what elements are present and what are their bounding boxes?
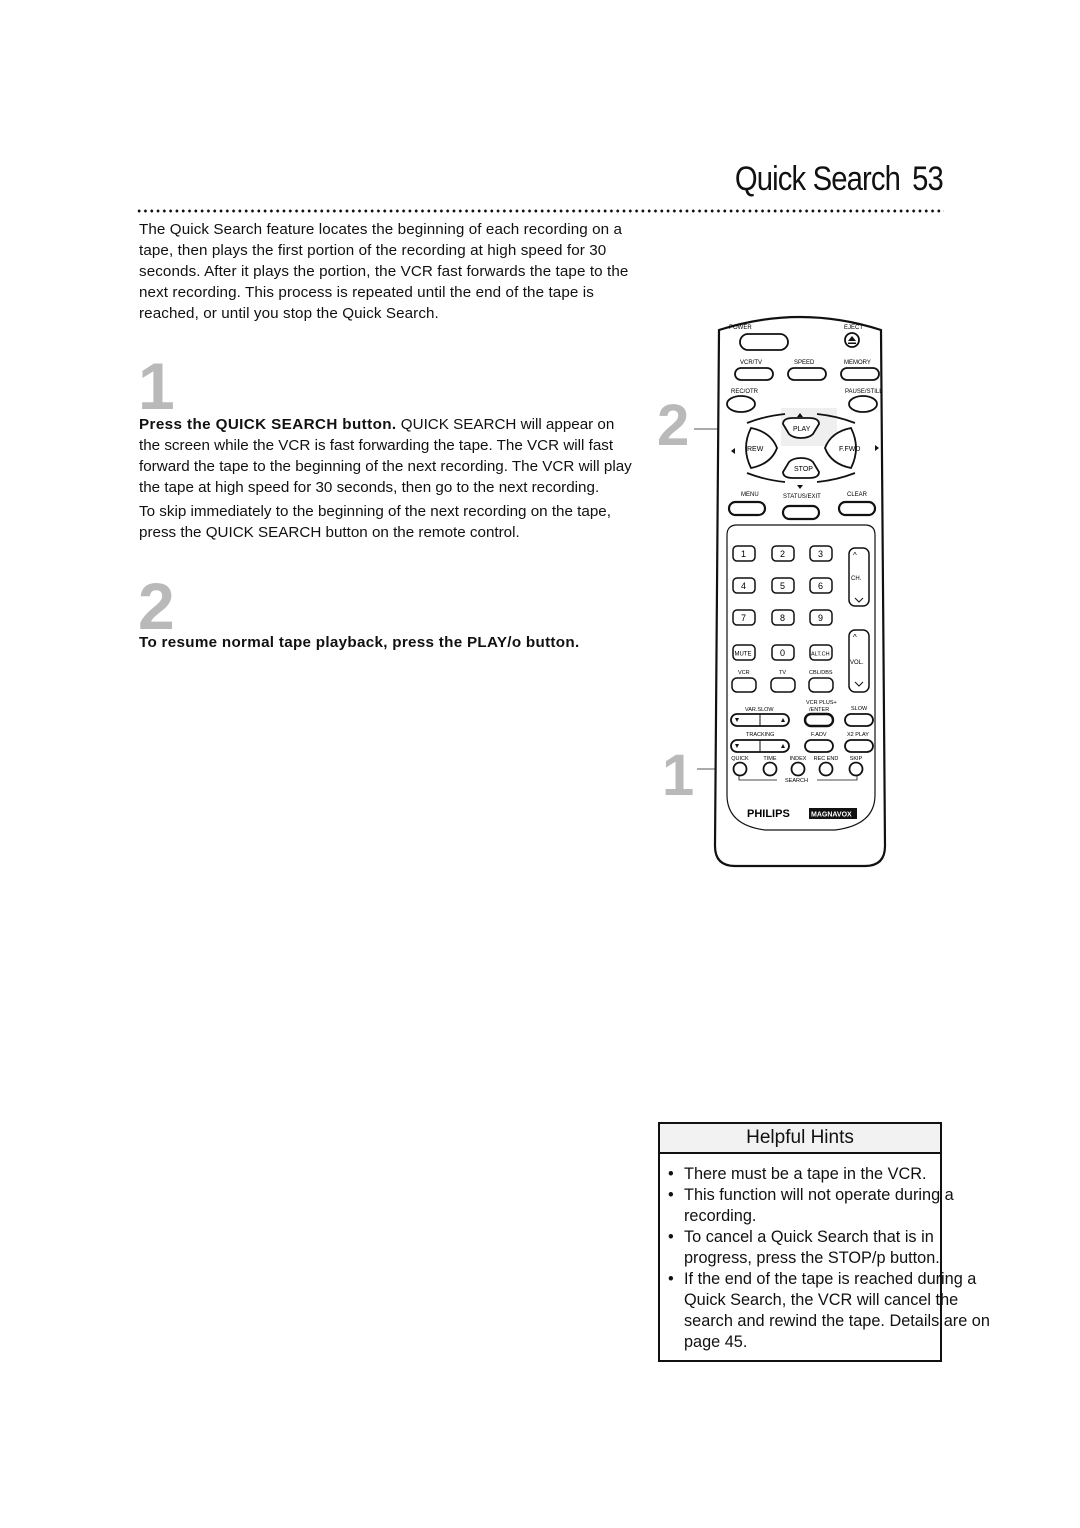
svg-text:9: 9 [818,613,823,623]
hints-list: There must be a tape in the VCR. This fu… [660,1154,998,1353]
svg-text:QUICK: QUICK [731,756,749,762]
cbl-dbs-mode-button[interactable]: CBL/DBS [808,670,834,693]
digit-button-1[interactable]: 1 [732,545,756,562]
svg-text:6: 6 [818,581,823,591]
brand-magnavox: MAGNAVOX [811,812,852,819]
svg-text:F.FWD: F.FWD [839,446,860,453]
x2-play-button[interactable]: X2 PLAY [844,732,874,753]
mute-button[interactable]: MUTE [732,644,756,661]
step-1-extra: To skip immediately to the beginning of … [139,503,611,541]
digit-button-5[interactable]: 5 [771,577,795,594]
svg-text:TRACKING: TRACKING [746,732,774,738]
svg-text:SPEED: SPEED [794,360,815,366]
hint-item: This function will not operate during a … [668,1185,998,1227]
svg-text:STOP: STOP [794,466,813,473]
svg-text:8: 8 [780,613,785,623]
search-group-label: SEARCH [785,778,808,784]
svg-text:REW: REW [747,446,764,453]
svg-text:PAUSE/STILL: PAUSE/STILL [845,389,883,395]
svg-text:7: 7 [741,613,746,623]
hint-item: If the end of the tape is reached during… [668,1269,998,1353]
digit-button-3[interactable]: 3 [809,545,833,562]
alt-ch-button[interactable]: ALT.CH [809,644,833,661]
digit-button-4[interactable]: 4 [732,577,756,594]
svg-text:3: 3 [818,549,823,559]
svg-text:CBL/DBS: CBL/DBS [809,670,833,676]
svg-text:REC/OTR: REC/OTR [731,389,759,395]
remote-control: POWER EJECT VCR/TV SPEED MEMORY REC/OTR … [713,315,887,868]
svg-text:VCR: VCR [738,670,750,676]
section-title: Quick Search [734,160,901,198]
svg-text:^: ^ [853,633,857,642]
digit-button-0[interactable]: 0 [771,644,795,661]
svg-text:1: 1 [741,549,746,559]
svg-text:EJECT: EJECT [844,325,863,331]
intro-paragraph: The Quick Search feature locates the beg… [139,221,629,322]
svg-text:VCR PLUS+: VCR PLUS+ [806,700,837,706]
step-1-heading: Press the QUICK SEARCH button. [139,416,397,433]
helpful-hints-box: Helpful Hints There must be a tape in th… [658,1122,990,1362]
brand-philips: PHILIPS [747,808,790,820]
svg-text:/ENTER: /ENTER [809,707,829,713]
svg-text:INDEX: INDEX [790,756,807,762]
step-number-1: 1 [138,349,175,423]
svg-text:0: 0 [780,648,785,658]
svg-text:STATUS/EXIT: STATUS/EXIT [783,494,821,500]
svg-text:VCR/TV: VCR/TV [740,360,762,366]
skip-search-button[interactable]: SKIP [848,756,864,777]
callout-number-play: 2 [657,393,690,458]
svg-text:F.ADV: F.ADV [811,732,827,738]
digit-button-9[interactable]: 9 [809,609,833,626]
page-number: 53 [912,160,944,198]
svg-text:SLOW: SLOW [851,706,868,712]
svg-text:X2 PLAY: X2 PLAY [847,732,869,738]
svg-text:5: 5 [780,581,785,591]
svg-text:CH.: CH. [851,576,862,582]
callout-number-quick: 1 [662,743,695,808]
quick-search-button[interactable]: QUICK [731,756,749,777]
svg-text:VOL.: VOL. [850,660,864,666]
index-search-button[interactable]: INDEX [790,756,807,777]
svg-text:^: ^ [853,551,857,560]
svg-text:MUTE: MUTE [735,652,752,658]
digit-button-7[interactable]: 7 [732,609,756,626]
page-title: Quick Search 53 [734,160,944,199]
svg-text:POWER: POWER [729,325,752,331]
step-2-text: To resume normal tape playback, press th… [139,634,580,651]
time-search-button[interactable]: TIME [762,756,778,777]
digit-pad: 1 2 3 4 5 6 7 8 9 [732,545,833,626]
hint-item: There must be a tape in the VCR. [668,1164,998,1185]
svg-text:SKIP: SKIP [850,756,863,762]
status-exit-button[interactable]: STATUS/EXIT [781,494,821,521]
hint-item: To cancel a Quick Search that is in prog… [668,1227,998,1269]
svg-text:4: 4 [741,581,746,591]
svg-text:2: 2 [780,549,785,559]
svg-text:ALT.CH: ALT.CH [811,652,830,658]
svg-text:MEMORY: MEMORY [844,360,871,366]
svg-text:CLEAR: CLEAR [847,492,868,498]
helpful-hints-title: Helpful Hints [660,1124,940,1154]
svg-text:MENU: MENU [741,492,759,498]
digit-button-6[interactable]: 6 [809,577,833,594]
step-1-text: Press the QUICK SEARCH button. QUICK SEA… [139,414,639,546]
volume-rocker[interactable]: ^ VOL. [848,629,870,693]
svg-text:TIME: TIME [763,756,776,762]
digit-button-8[interactable]: 8 [771,609,795,626]
svg-text:VAR.SLOW: VAR.SLOW [745,707,774,713]
svg-text:TV: TV [779,670,786,676]
svg-text:PLAY: PLAY [793,426,811,433]
channel-rocker[interactable]: ^ CH. [848,547,870,607]
dotted-divider [136,209,944,213]
digit-button-2[interactable]: 2 [771,545,795,562]
svg-text:REC END: REC END [814,756,839,762]
